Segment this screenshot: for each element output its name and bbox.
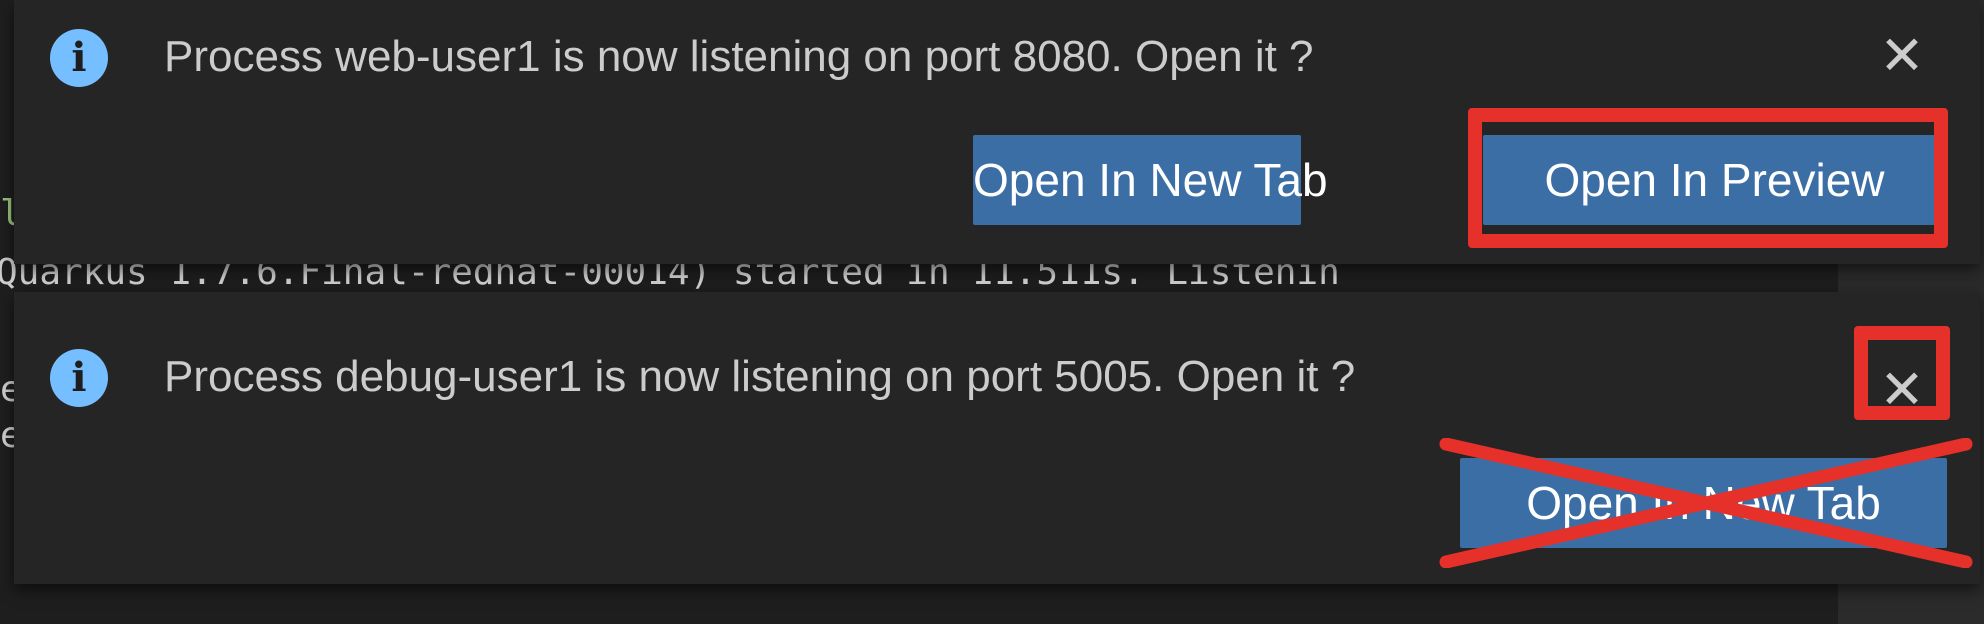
notification-toast-web-user1: i Process web-user1 is now listening on … <box>14 0 1980 264</box>
open-in-preview-button[interactable]: Open In Preview <box>1483 135 1946 225</box>
open-in-new-tab-button[interactable]: Open In New Tab <box>973 135 1328 225</box>
screen: l Quarkus 1.7.6.Final-redhat-00014) star… <box>0 0 1984 624</box>
open-in-new-tab-button[interactable]: Open In New Tab <box>1460 458 1947 548</box>
close-icon[interactable]: ✕ <box>1874 362 1930 418</box>
notification-toast-debug-user1: i Process debug-user1 is now listening o… <box>14 292 1980 584</box>
info-icon: i <box>50 29 108 87</box>
notification-message: Process web-user1 is now listening on po… <box>164 32 1314 81</box>
notification-message: Process debug-user1 is now listening on … <box>164 352 1356 401</box>
info-icon: i <box>50 349 108 407</box>
close-icon[interactable]: ✕ <box>1874 28 1930 84</box>
